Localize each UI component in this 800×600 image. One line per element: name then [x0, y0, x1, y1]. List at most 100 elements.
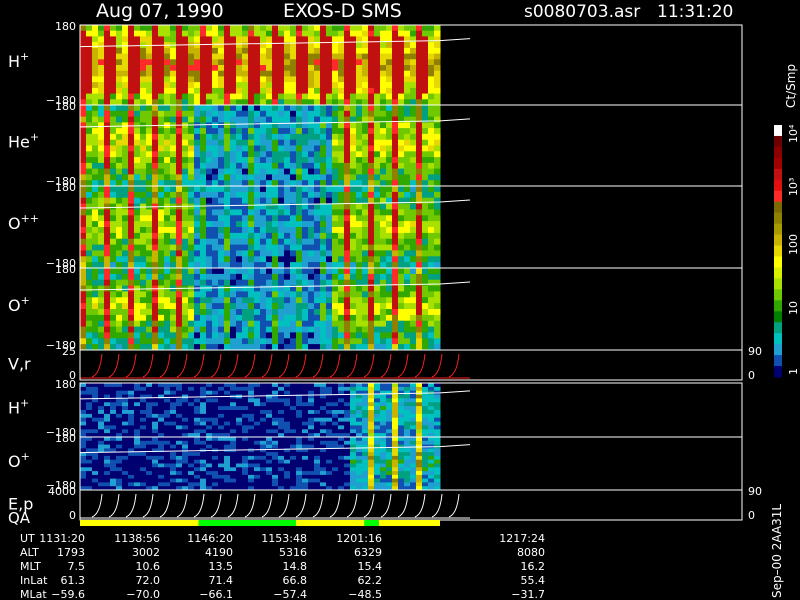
heat-cell [392, 478, 399, 483]
heat-cell [392, 463, 399, 468]
heat-cell [134, 383, 141, 388]
heat-cell [236, 268, 243, 275]
heat-cell [272, 215, 279, 222]
heat-cell [110, 47, 117, 55]
heat-cell [110, 429, 117, 434]
heat-cell [254, 256, 261, 263]
heat-cell [356, 65, 363, 72]
heat-cell [410, 105, 417, 112]
heat-cell [404, 332, 411, 339]
heat-cell [104, 250, 111, 257]
heat-cell [104, 452, 111, 457]
heat-cell [92, 168, 99, 175]
heat-cell [290, 440, 297, 446]
heat-cell [146, 215, 153, 222]
heat-cell [86, 444, 93, 449]
heat-cell [332, 406, 339, 411]
heat-cell [416, 459, 423, 464]
heat-cell [314, 309, 321, 316]
heat-cell [152, 326, 159, 333]
heat-cell [392, 221, 399, 228]
heat-cell [296, 463, 303, 468]
heat-cell [422, 398, 429, 403]
heat-cell [140, 474, 147, 480]
heat-cell [188, 36, 195, 43]
heat-cell [152, 47, 159, 55]
heat-cell [260, 70, 267, 77]
heat-cell [278, 326, 285, 333]
heat-cell [368, 410, 375, 415]
heat-cell [350, 273, 357, 281]
heat-cell [140, 309, 147, 316]
heat-cell [266, 429, 273, 434]
heat-cell [170, 215, 177, 222]
heat-cell [386, 386, 393, 392]
heat-cell [308, 30, 315, 37]
heat-cell [164, 455, 171, 461]
heat-cell [404, 482, 411, 487]
heat-cell [272, 309, 279, 316]
heat-cell [332, 297, 339, 304]
heat-cell [332, 151, 339, 158]
heat-cell [320, 209, 327, 216]
heat-cell [326, 279, 333, 287]
heat-cell [272, 425, 279, 430]
heat-cell [272, 417, 279, 423]
heat-cell [362, 53, 369, 60]
heat-cell [404, 110, 411, 118]
heat-cell [362, 467, 369, 472]
heat-cell [200, 197, 207, 205]
heat-cell [308, 467, 315, 472]
heat-cell [254, 463, 261, 468]
heat-cell [350, 429, 357, 434]
heat-cell [122, 59, 129, 66]
heat-cell [392, 244, 399, 251]
heat-cell [380, 65, 387, 72]
heat-cell [116, 332, 123, 339]
heat-cell [206, 413, 213, 419]
heat-cell [260, 273, 267, 281]
heat-cell [146, 70, 153, 77]
heat-cell [290, 463, 297, 468]
heat-cell [128, 87, 135, 95]
heat-cell [188, 463, 195, 468]
heat-cell [248, 448, 255, 453]
heat-cell [392, 162, 399, 170]
heat-cell [356, 215, 363, 222]
heat-cell [344, 268, 351, 275]
heat-cell [92, 116, 99, 123]
heat-cell [182, 383, 189, 388]
heat-cell [326, 215, 333, 222]
heat-cell [302, 326, 309, 333]
heat-cell [158, 174, 165, 181]
heat-cell [356, 297, 363, 304]
heat-cell [290, 268, 297, 275]
heat-cell [146, 59, 153, 66]
heat-cell [314, 82, 321, 89]
heat-cell [356, 25, 363, 32]
heat-cell [104, 203, 111, 210]
heat-cell [200, 417, 207, 423]
heat-cell [404, 406, 411, 411]
heat-cell [284, 82, 291, 89]
heat-cell [212, 320, 219, 328]
heat-cell [140, 326, 147, 333]
heat-cell [206, 268, 213, 275]
heat-cell [86, 47, 93, 55]
heat-cell [164, 25, 171, 32]
heat-cell [224, 87, 231, 95]
heat-cell [308, 410, 315, 415]
heat-cell [236, 215, 243, 222]
heat-cell [434, 285, 441, 292]
heat-cell [398, 459, 405, 464]
heat-cell [326, 268, 333, 275]
heat-cell [410, 59, 417, 66]
heat-cell [338, 145, 345, 152]
heat-cell [194, 168, 201, 175]
heat-cell [230, 256, 237, 263]
heat-cell [80, 53, 87, 60]
heat-cell [236, 338, 243, 345]
heat-cell [386, 42, 393, 49]
heat-cell [218, 320, 225, 328]
heat-cell [140, 215, 147, 222]
